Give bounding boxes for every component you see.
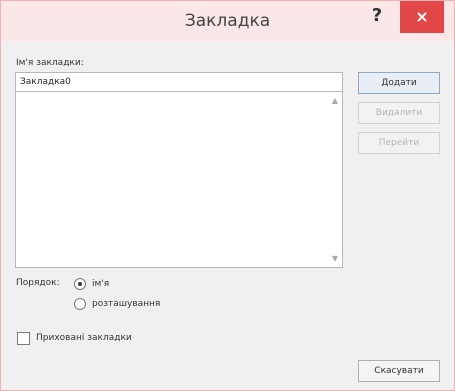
sort-by-label: Порядок:	[16, 278, 60, 288]
hidden-bookmarks-label: Приховані закладки	[36, 333, 132, 343]
sort-location-label: розташування	[92, 299, 161, 309]
add-button[interactable]: Додати	[358, 72, 440, 94]
cancel-button[interactable]: Скасувати	[358, 360, 440, 382]
bookmark-name-label: Ім'я закладки:	[16, 58, 84, 68]
scroll-up-icon[interactable]: ▲	[332, 96, 338, 105]
title-bar: Закладка ? ×	[1, 1, 454, 41]
bookmark-list[interactable]: ▲ ▼	[15, 92, 343, 268]
delete-button[interactable]: Видалити	[358, 102, 440, 124]
close-button[interactable]: ×	[400, 1, 444, 33]
hidden-bookmarks-checkbox[interactable]	[17, 332, 30, 345]
sort-name-radio[interactable]	[74, 278, 86, 290]
goto-button[interactable]: Перейти	[358, 132, 440, 154]
sort-location-radio[interactable]	[74, 298, 86, 310]
radio-selected-dot	[78, 282, 82, 286]
bookmark-name-input[interactable]: Закладка0	[15, 72, 343, 92]
help-button[interactable]: ?	[362, 1, 392, 31]
bookmark-dialog: Закладка ? × Ім'я закладки: Закладка0 ▲ …	[0, 0, 455, 391]
sort-name-label: ім'я	[92, 279, 110, 289]
scroll-down-icon[interactable]: ▼	[332, 254, 338, 263]
